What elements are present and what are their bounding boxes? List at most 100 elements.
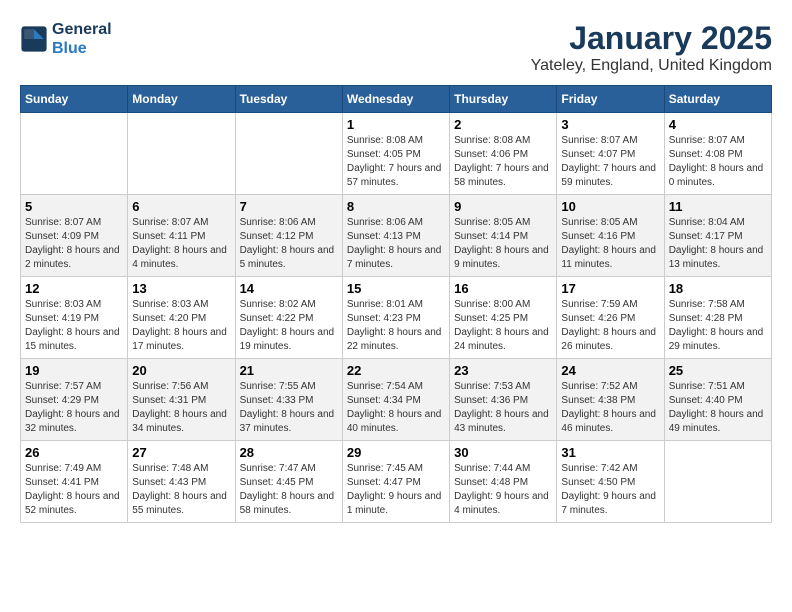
cell-info: Sunrise: 8:06 AM Sunset: 4:13 PM Dayligh… [347, 216, 445, 272]
cell-day-number: 31 [561, 445, 659, 460]
calendar-cell: 4 Sunrise: 8:07 AM Sunset: 4:08 PM Daylig… [664, 113, 771, 195]
calendar-cell [128, 113, 235, 195]
calendar-cell [235, 113, 342, 195]
cell-info: Sunrise: 8:05 AM Sunset: 4:16 PM Dayligh… [561, 216, 659, 272]
calendar-cell: 20 Sunrise: 7:56 AM Sunset: 4:31 PM Dayli… [128, 359, 235, 441]
calendar-cell: 7 Sunrise: 8:06 AM Sunset: 4:12 PM Daylig… [235, 195, 342, 277]
calendar-cell: 8 Sunrise: 8:06 AM Sunset: 4:13 PM Daylig… [342, 195, 449, 277]
calendar-cell: 12 Sunrise: 8:03 AM Sunset: 4:19 PM Dayli… [21, 277, 128, 359]
calendar-header: SundayMondayTuesdayWednesdayThursdayFrid… [21, 86, 772, 113]
week-row-3: 19 Sunrise: 7:57 AM Sunset: 4:29 PM Dayli… [21, 359, 772, 441]
calendar-cell: 26 Sunrise: 7:49 AM Sunset: 4:41 PM Dayli… [21, 441, 128, 523]
cell-info: Sunrise: 8:00 AM Sunset: 4:25 PM Dayligh… [454, 298, 552, 354]
calendar-cell: 22 Sunrise: 7:54 AM Sunset: 4:34 PM Dayli… [342, 359, 449, 441]
cell-info: Sunrise: 7:44 AM Sunset: 4:48 PM Dayligh… [454, 462, 552, 518]
cell-info: Sunrise: 7:52 AM Sunset: 4:38 PM Dayligh… [561, 380, 659, 436]
cell-info: Sunrise: 7:49 AM Sunset: 4:41 PM Dayligh… [25, 462, 123, 518]
cell-info: Sunrise: 7:54 AM Sunset: 4:34 PM Dayligh… [347, 380, 445, 436]
calendar-cell: 21 Sunrise: 7:55 AM Sunset: 4:33 PM Dayli… [235, 359, 342, 441]
cell-info: Sunrise: 8:06 AM Sunset: 4:12 PM Dayligh… [240, 216, 338, 272]
calendar-subtitle: Yateley, England, United Kingdom [531, 57, 772, 75]
calendar-cell: 18Sunrise: 7:58 AM Sunset: 4:28 PM Dayli… [664, 277, 771, 359]
day-header-sunday: Sunday [21, 86, 128, 113]
cell-day-number: 15 [347, 281, 445, 296]
cell-day-number: 6 [132, 199, 230, 214]
cell-day-number: 12 [25, 281, 123, 296]
cell-day-number: 21 [240, 363, 338, 378]
calendar-cell: 11Sunrise: 8:04 AM Sunset: 4:17 PM Dayli… [664, 195, 771, 277]
calendar-cell: 5Sunrise: 8:07 AM Sunset: 4:09 PM Daylig… [21, 195, 128, 277]
cell-day-number: 7 [240, 199, 338, 214]
cell-info: Sunrise: 7:57 AM Sunset: 4:29 PM Dayligh… [25, 380, 123, 436]
day-header-friday: Friday [557, 86, 664, 113]
cell-day-number: 3 [561, 117, 659, 132]
week-row-0: 1 Sunrise: 8:08 AM Sunset: 4:05 PM Daylig… [21, 113, 772, 195]
cell-day-number: 2 [454, 117, 552, 132]
cell-info: Sunrise: 8:07 AM Sunset: 4:07 PM Dayligh… [561, 134, 659, 190]
calendar-cell: 14 Sunrise: 8:02 AM Sunset: 4:22 PM Dayli… [235, 277, 342, 359]
cell-day-number: 28 [240, 445, 338, 460]
cell-day-number: 23 [454, 363, 552, 378]
calendar-cell: 15 Sunrise: 8:01 AM Sunset: 4:23 PM Dayli… [342, 277, 449, 359]
cell-info: Sunrise: 7:55 AM Sunset: 4:33 PM Dayligh… [240, 380, 338, 436]
calendar-cell: 25Sunrise: 7:51 AM Sunset: 4:40 PM Dayli… [664, 359, 771, 441]
day-header-wednesday: Wednesday [342, 86, 449, 113]
cell-info: Sunrise: 8:07 AM Sunset: 4:11 PM Dayligh… [132, 216, 230, 272]
cell-day-number: 19 [25, 363, 123, 378]
calendar-cell: 17Sunrise: 7:59 AM Sunset: 4:26 PM Dayli… [557, 277, 664, 359]
cell-info: Sunrise: 7:56 AM Sunset: 4:31 PM Dayligh… [132, 380, 230, 436]
cell-day-number: 9 [454, 199, 552, 214]
cell-info: Sunrise: 8:05 AM Sunset: 4:14 PM Dayligh… [454, 216, 552, 272]
cell-info: Sunrise: 7:59 AM Sunset: 4:26 PM Dayligh… [561, 298, 659, 354]
cell-info: Sunrise: 8:03 AM Sunset: 4:19 PM Dayligh… [25, 298, 123, 354]
day-header-thursday: Thursday [450, 86, 557, 113]
calendar-cell [21, 113, 128, 195]
cell-day-number: 4 [669, 117, 767, 132]
calendar-title: January 2025 [531, 20, 772, 57]
cell-day-number: 27 [132, 445, 230, 460]
cell-info: Sunrise: 8:01 AM Sunset: 4:23 PM Dayligh… [347, 298, 445, 354]
cell-info: Sunrise: 8:07 AM Sunset: 4:08 PM Dayligh… [669, 134, 767, 190]
cell-day-number: 24 [561, 363, 659, 378]
calendar-cell [664, 441, 771, 523]
cell-day-number: 14 [240, 281, 338, 296]
week-row-1: 5Sunrise: 8:07 AM Sunset: 4:09 PM Daylig… [21, 195, 772, 277]
cell-info: Sunrise: 8:07 AM Sunset: 4:09 PM Dayligh… [25, 216, 123, 272]
cell-day-number: 8 [347, 199, 445, 214]
cell-info: Sunrise: 7:48 AM Sunset: 4:43 PM Dayligh… [132, 462, 230, 518]
cell-info: Sunrise: 8:04 AM Sunset: 4:17 PM Dayligh… [669, 216, 767, 272]
cell-info: Sunrise: 7:47 AM Sunset: 4:45 PM Dayligh… [240, 462, 338, 518]
week-row-2: 12 Sunrise: 8:03 AM Sunset: 4:19 PM Dayli… [21, 277, 772, 359]
calendar-cell: 23 Sunrise: 7:53 AM Sunset: 4:36 PM Dayli… [450, 359, 557, 441]
cell-day-number: 18 [669, 281, 767, 296]
calendar-cell: 9 Sunrise: 8:05 AM Sunset: 4:14 PM Daylig… [450, 195, 557, 277]
cell-day-number: 22 [347, 363, 445, 378]
title-section: January 2025 Yateley, England, United Ki… [531, 20, 772, 75]
cell-day-number: 29 [347, 445, 445, 460]
cell-info: Sunrise: 8:08 AM Sunset: 4:05 PM Dayligh… [347, 134, 445, 190]
cell-info: Sunrise: 7:53 AM Sunset: 4:36 PM Dayligh… [454, 380, 552, 436]
calendar-cell: 24 Sunrise: 7:52 AM Sunset: 4:38 PM Dayli… [557, 359, 664, 441]
cell-day-number: 26 [25, 445, 123, 460]
calendar-cell: 10Sunrise: 8:05 AM Sunset: 4:16 PM Dayli… [557, 195, 664, 277]
calendar-table: SundayMondayTuesdayWednesdayThursdayFrid… [20, 85, 772, 523]
day-header-tuesday: Tuesday [235, 86, 342, 113]
logo-text: General Blue [52, 20, 112, 58]
calendar-cell: 13Sunrise: 8:03 AM Sunset: 4:20 PM Dayli… [128, 277, 235, 359]
cell-info: Sunrise: 8:03 AM Sunset: 4:20 PM Dayligh… [132, 298, 230, 354]
cell-day-number: 16 [454, 281, 552, 296]
cell-info: Sunrise: 7:45 AM Sunset: 4:47 PM Dayligh… [347, 462, 445, 518]
calendar-cell: 30Sunrise: 7:44 AM Sunset: 4:48 PM Dayli… [450, 441, 557, 523]
day-header-saturday: Saturday [664, 86, 771, 113]
calendar-cell: 16 Sunrise: 8:00 AM Sunset: 4:25 PM Dayli… [450, 277, 557, 359]
cell-day-number: 1 [347, 117, 445, 132]
cell-info: Sunrise: 8:08 AM Sunset: 4:06 PM Dayligh… [454, 134, 552, 190]
cell-day-number: 20 [132, 363, 230, 378]
calendar-cell: 31Sunrise: 7:42 AM Sunset: 4:50 PM Dayli… [557, 441, 664, 523]
calendar-cell: 3 Sunrise: 8:07 AM Sunset: 4:07 PM Daylig… [557, 113, 664, 195]
cell-info: Sunrise: 8:02 AM Sunset: 4:22 PM Dayligh… [240, 298, 338, 354]
calendar-cell: 1 Sunrise: 8:08 AM Sunset: 4:05 PM Daylig… [342, 113, 449, 195]
calendar-cell: 6 Sunrise: 8:07 AM Sunset: 4:11 PM Daylig… [128, 195, 235, 277]
calendar-cell: 2 Sunrise: 8:08 AM Sunset: 4:06 PM Daylig… [450, 113, 557, 195]
calendar-body: 1 Sunrise: 8:08 AM Sunset: 4:05 PM Daylig… [21, 113, 772, 523]
